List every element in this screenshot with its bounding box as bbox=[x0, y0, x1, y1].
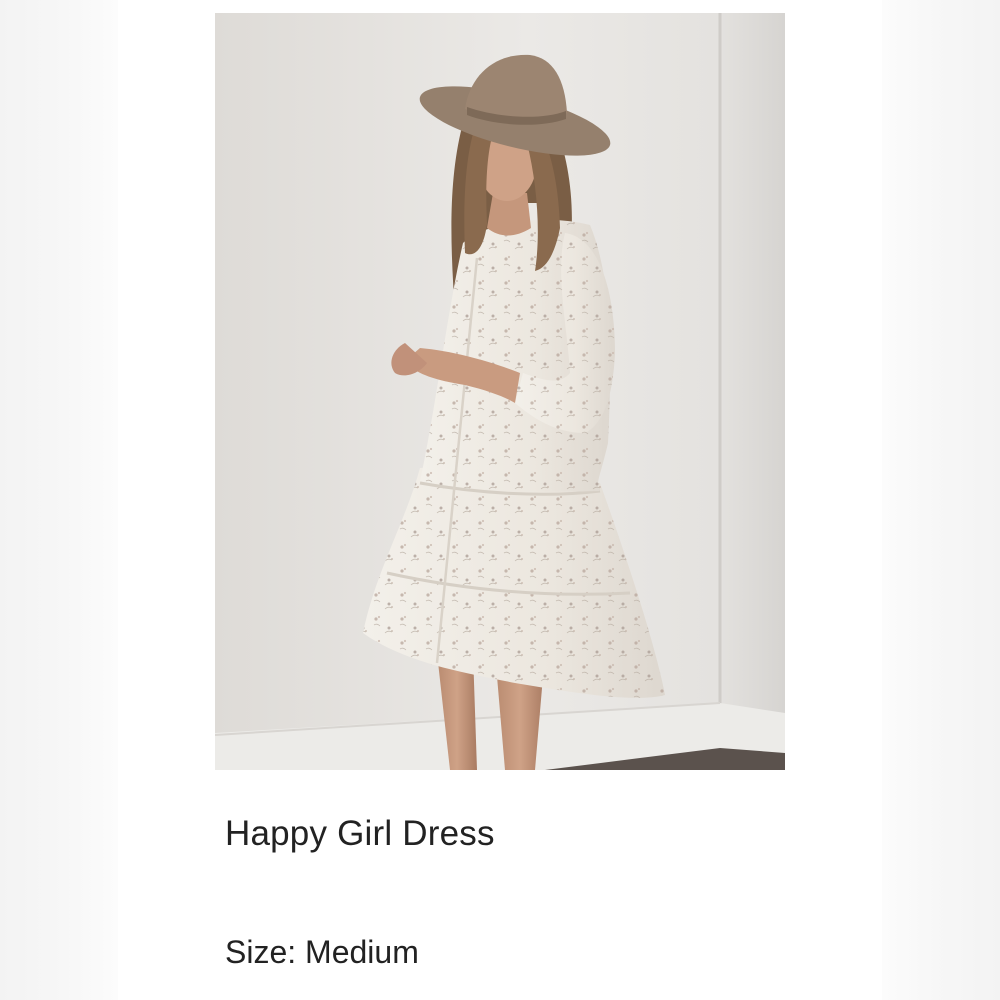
product-photo[interactable] bbox=[215, 13, 785, 770]
product-size: Size: Medium bbox=[225, 934, 419, 970]
product-card: Happy Girl Dress Size: Medium bbox=[138, 0, 862, 1000]
right-blur-margin bbox=[882, 0, 1000, 1000]
product-title: Happy Girl Dress bbox=[225, 814, 495, 853]
page-frame: Happy Girl Dress Size: Medium bbox=[0, 0, 1000, 1000]
product-photo-illustration bbox=[215, 13, 785, 770]
left-blur-margin bbox=[0, 0, 118, 1000]
